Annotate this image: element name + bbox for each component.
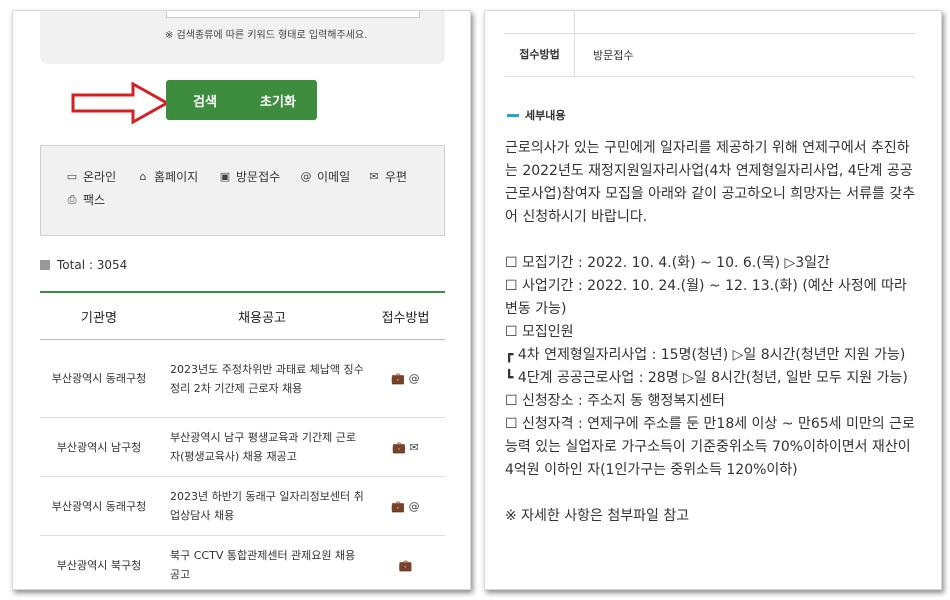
detail-line: ☐ 사업기간 : 2022. 10. 24.(월) ~ 12. 13.(화) (… bbox=[505, 278, 907, 317]
left-panel: ※ 검색종류에 따른 키워드 형태로 입력해주세요. 검색 초기화 ▭ 온라인 ⌂… bbox=[12, 10, 471, 590]
receipt-method-legend: ▭ 온라인 ⌂ 홈페이지 ▣ 방문접수 @ 이메일 ✉ 우편 ⎙ 팩스 bbox=[40, 145, 445, 236]
legend-label: 방문접수 bbox=[236, 170, 281, 184]
row-org: 부산광역시 동래구청 bbox=[51, 499, 147, 513]
receipt-method-row: 접수방법 방문접수 bbox=[505, 33, 915, 77]
receipt-method-value: 방문접수 bbox=[593, 49, 634, 62]
legend-fax: ⎙ 팩스 bbox=[65, 191, 106, 208]
row-methods: 💼 ✉ bbox=[392, 440, 419, 454]
legend-online: ▭ 온라인 bbox=[65, 168, 116, 185]
keyword-input[interactable] bbox=[166, 11, 420, 18]
home-icon: ⌂ bbox=[139, 169, 147, 183]
detail-line: ☐ 모집기간 : 2022. 10. 4.(화) ~ 10. 6.(목) ▷3일… bbox=[505, 255, 830, 271]
search-button[interactable]: 검색 bbox=[166, 80, 244, 120]
section-title: 세부내용 bbox=[507, 107, 565, 123]
legend-visit: ▣ 방문접수 bbox=[218, 168, 280, 185]
table-row[interactable]: 부산광역시 남구청 부산광역시 남구 평생교육과 기간제 근로자(평생교육사) … bbox=[40, 418, 445, 477]
total-count: Total : 3054 bbox=[40, 258, 127, 272]
legend-homepage: ⌂ 홈페이지 bbox=[136, 168, 199, 185]
job-table: 기관명 채용공고 접수방법 부산광역시 동래구청 2023년도 주정차위반 과태… bbox=[40, 291, 445, 589]
col-org: 기관명 bbox=[81, 310, 117, 326]
legend-label: 홈페이지 bbox=[154, 170, 199, 184]
previous-info-row bbox=[505, 11, 915, 33]
detail-line: ☐ 신청장소 : 주소지 동 행정복지센터 bbox=[505, 393, 725, 409]
row-methods: 💼 @ bbox=[391, 499, 420, 513]
row-methods: 💼 bbox=[398, 558, 413, 572]
monitor-icon: ▭ bbox=[66, 169, 78, 183]
list-icon bbox=[40, 260, 50, 270]
envelope-icon: ✉ bbox=[369, 169, 379, 183]
legend-label: 온라인 bbox=[83, 170, 117, 184]
total-label: Total : 3054 bbox=[57, 258, 128, 272]
legend-mail: ✉ 우편 bbox=[367, 168, 407, 185]
fax-icon: ⎙ bbox=[67, 192, 77, 206]
search-note: ※ 검색종류에 따른 키워드 형태로 입력해주세요. bbox=[165, 30, 368, 41]
table-row[interactable]: 부산광역시 동래구청 2023년도 주정차위반 과태료 체납액 징수정리 2차 … bbox=[40, 340, 445, 418]
table-row[interactable]: 부산광역시 북구청 북구 CCTV 통합관제센터 관제요원 채용 공고 💼 bbox=[40, 536, 445, 589]
detail-intro: 근로의사가 있는 구민에게 일자리를 제공하기 위해 연제구에서 추진하는 20… bbox=[505, 140, 916, 225]
detail-content: 근로의사가 있는 구민에게 일자리를 제공하기 위해 연제구에서 추진하는 20… bbox=[505, 137, 920, 528]
table-row[interactable]: 부산광역시 동래구청 2023년 하반기 동래구 일자리정보센터 취업상담사 채… bbox=[40, 477, 445, 536]
row-title-link[interactable]: 2023년 하반기 동래구 일자리정보센터 취업상담사 채용 bbox=[158, 487, 366, 525]
reset-button[interactable]: 초기화 bbox=[239, 80, 317, 120]
at-icon: @ bbox=[300, 169, 312, 183]
detail-footer-note: ※ 자세한 사항은 첨부파일 참고 bbox=[505, 508, 690, 524]
briefcase-icon: ▣ bbox=[219, 169, 231, 183]
row-org: 부산광역시 동래구청 bbox=[51, 372, 147, 385]
detail-line: ☐ 신청자격 : 연제구에 주소를 둔 만18세 이상 ~ 만65세 미만의 근… bbox=[505, 416, 915, 478]
section-title-text: 세부내용 bbox=[525, 109, 566, 122]
legend-label: 우편 bbox=[385, 170, 408, 184]
section-bar-icon bbox=[507, 113, 519, 117]
legend-label: 팩스 bbox=[83, 193, 106, 207]
legend-label: 이메일 bbox=[317, 170, 351, 184]
row-title-link[interactable]: 부산광역시 남구 평생교육과 기간제 근로자(평생교육사) 채용 재공고 bbox=[158, 428, 366, 466]
row-org: 부산광역시 남구청 bbox=[56, 440, 142, 454]
search-box: ※ 검색종류에 따른 키워드 형태로 입력해주세요. bbox=[40, 11, 445, 64]
red-arrow-icon bbox=[71, 81, 171, 125]
col-method: 접수방법 bbox=[381, 310, 430, 326]
row-methods: 💼 @ bbox=[391, 372, 420, 385]
row-org: 부산광역시 북구청 bbox=[56, 558, 142, 572]
detail-line: ┗ 4단계 공공근로사업 : 28명 ▷일 8시간(청년, 일반 모두 지원 가… bbox=[505, 370, 908, 386]
detail-line: ┏ 4차 연제형일자리사업 : 15명(청년) ▷일 8시간(청년만 지원 가능… bbox=[505, 347, 906, 363]
detail-line: ☐ 모집인원 bbox=[505, 324, 574, 340]
table-header: 기관명 채용공고 접수방법 bbox=[40, 293, 445, 340]
previous-row-label bbox=[505, 11, 575, 33]
receipt-method-label: 접수방법 bbox=[505, 33, 575, 77]
legend-email: @ 이메일 bbox=[299, 168, 351, 185]
right-panel: 접수방법 방문접수 세부내용 근로의사가 있는 구민에게 일자리를 제공하기 위… bbox=[484, 10, 942, 590]
col-title: 채용공고 bbox=[238, 310, 286, 326]
row-title-link[interactable]: 북구 CCTV 통합관제센터 관제요원 채용 공고 bbox=[158, 546, 366, 584]
row-title-link[interactable]: 2023년도 주정차위반 과태료 체납액 징수정리 2차 기간제 근로자 채용 bbox=[158, 360, 366, 398]
